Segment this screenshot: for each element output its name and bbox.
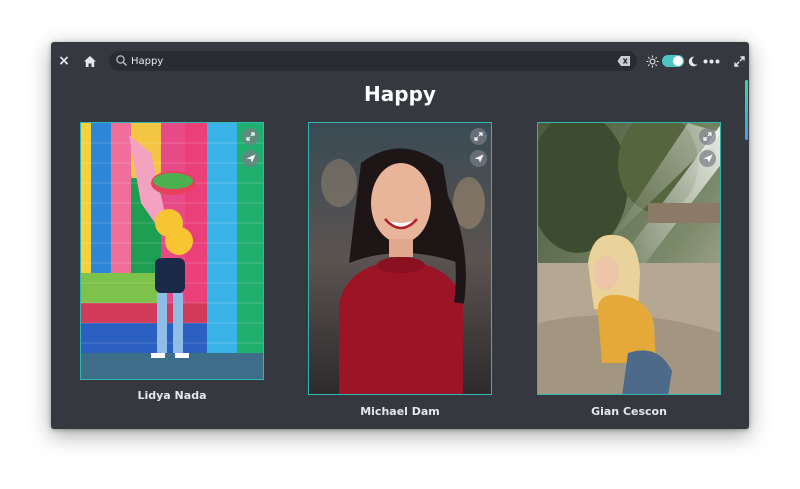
send-icon[interactable] [242,150,259,167]
home-icon[interactable] [81,52,99,70]
photo-thumbnail[interactable] [80,122,264,380]
photographer-name: Lidya Nada [137,389,207,402]
expand-photo-icon[interactable] [699,128,716,145]
page-title: Happy [364,82,436,106]
app-window: × Happy Happy Lidya Nada Michael Dam Gia… [51,42,749,429]
search-input[interactable] [131,51,601,71]
send-icon[interactable] [699,150,716,167]
close-icon[interactable]: × [56,53,72,69]
photo-card[interactable]: Gian Cescon [537,122,721,420]
toggle-knob [673,56,683,66]
expand-photo-icon[interactable] [470,128,487,145]
photo-image [309,123,491,394]
send-icon[interactable] [470,150,487,167]
photo-image [81,123,263,379]
photo-thumbnail[interactable] [537,122,721,395]
fullscreen-icon[interactable] [732,54,746,68]
expand-photo-icon[interactable] [242,128,259,145]
search-bar[interactable] [109,51,637,71]
photo-card[interactable]: Lidya Nada [80,122,264,404]
title-bar: × [51,42,749,80]
moon-icon[interactable] [687,54,699,68]
theme-toggle[interactable] [662,55,684,67]
clear-search-icon[interactable] [617,55,631,67]
photographer-name: Gian Cescon [591,405,667,418]
photographer-name: Michael Dam [360,405,440,418]
more-options-icon[interactable] [702,53,720,69]
photo-thumbnail[interactable] [308,122,492,395]
photo-image [538,123,720,394]
search-icon [116,55,127,66]
sun-icon[interactable] [645,54,659,68]
photo-card[interactable]: Michael Dam [308,122,492,420]
